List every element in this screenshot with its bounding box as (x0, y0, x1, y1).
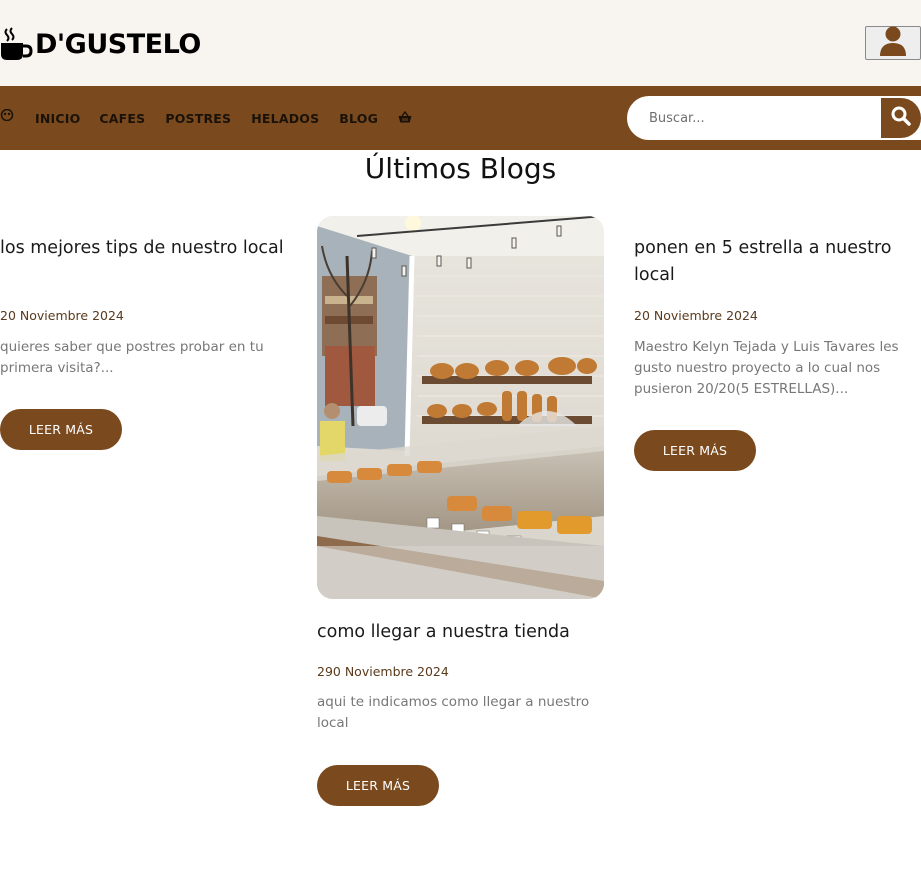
nav-menu: INICIO CAFES POSTRES HELADOS BLOG (0, 86, 414, 150)
nav-item-inicio[interactable]: INICIO (35, 111, 80, 126)
read-more-button[interactable]: LEER MÁS (0, 409, 122, 450)
user-account-button[interactable] (865, 26, 921, 60)
basket-icon[interactable] (398, 108, 414, 124)
post-date: 20 Noviembre 2024 (634, 308, 758, 323)
post-title[interactable]: como llegar a nuestra tienda (317, 619, 570, 646)
post-title[interactable]: los mejores tips de nuestro local (0, 235, 290, 262)
search-icon (891, 106, 911, 130)
post-excerpt: aqui te indicamos como llegar a nuestro … (317, 694, 590, 731)
nav-item-blog[interactable]: BLOG (339, 111, 378, 126)
post-excerpt: Maestro Kelyn Tejada y Luis Tavares les … (634, 339, 899, 397)
post-date: 290 Noviembre 2024 (317, 664, 449, 679)
nav-item-helados[interactable]: HELADOS (251, 111, 319, 126)
post-title[interactable]: ponen en 5 estrella a nuestro local (634, 235, 919, 289)
section-title: Últimos Blogs (364, 152, 557, 185)
brand-logo[interactable]: D'GUSTELO (0, 24, 201, 64)
brand-name: D'GUSTELO (35, 28, 201, 60)
blog-card-3: ponen en 5 estrella a nuestro local (634, 235, 919, 289)
bakery-display-photo[interactable] (317, 216, 604, 599)
read-more-button[interactable]: LEER MÁS (634, 430, 756, 471)
user-icon (879, 25, 907, 61)
search-input[interactable] (629, 98, 881, 138)
post-date: 20 Noviembre 2024 (0, 308, 124, 323)
nav-item-postres[interactable]: POSTRES (165, 111, 231, 126)
coffee-cup-icon (0, 26, 34, 62)
search-bar (627, 96, 921, 140)
read-more-button[interactable]: LEER MÁS (317, 765, 439, 806)
nav-item-cafes[interactable]: CAFES (99, 111, 145, 126)
nav-toggle-icon[interactable] (0, 108, 16, 122)
blog-card-1: los mejores tips de nuestro local (0, 235, 290, 262)
search-button[interactable] (881, 98, 921, 138)
top-header: D'GUSTELO (0, 0, 921, 86)
post-excerpt: quieres saber que postres probar en tu p… (0, 339, 264, 376)
